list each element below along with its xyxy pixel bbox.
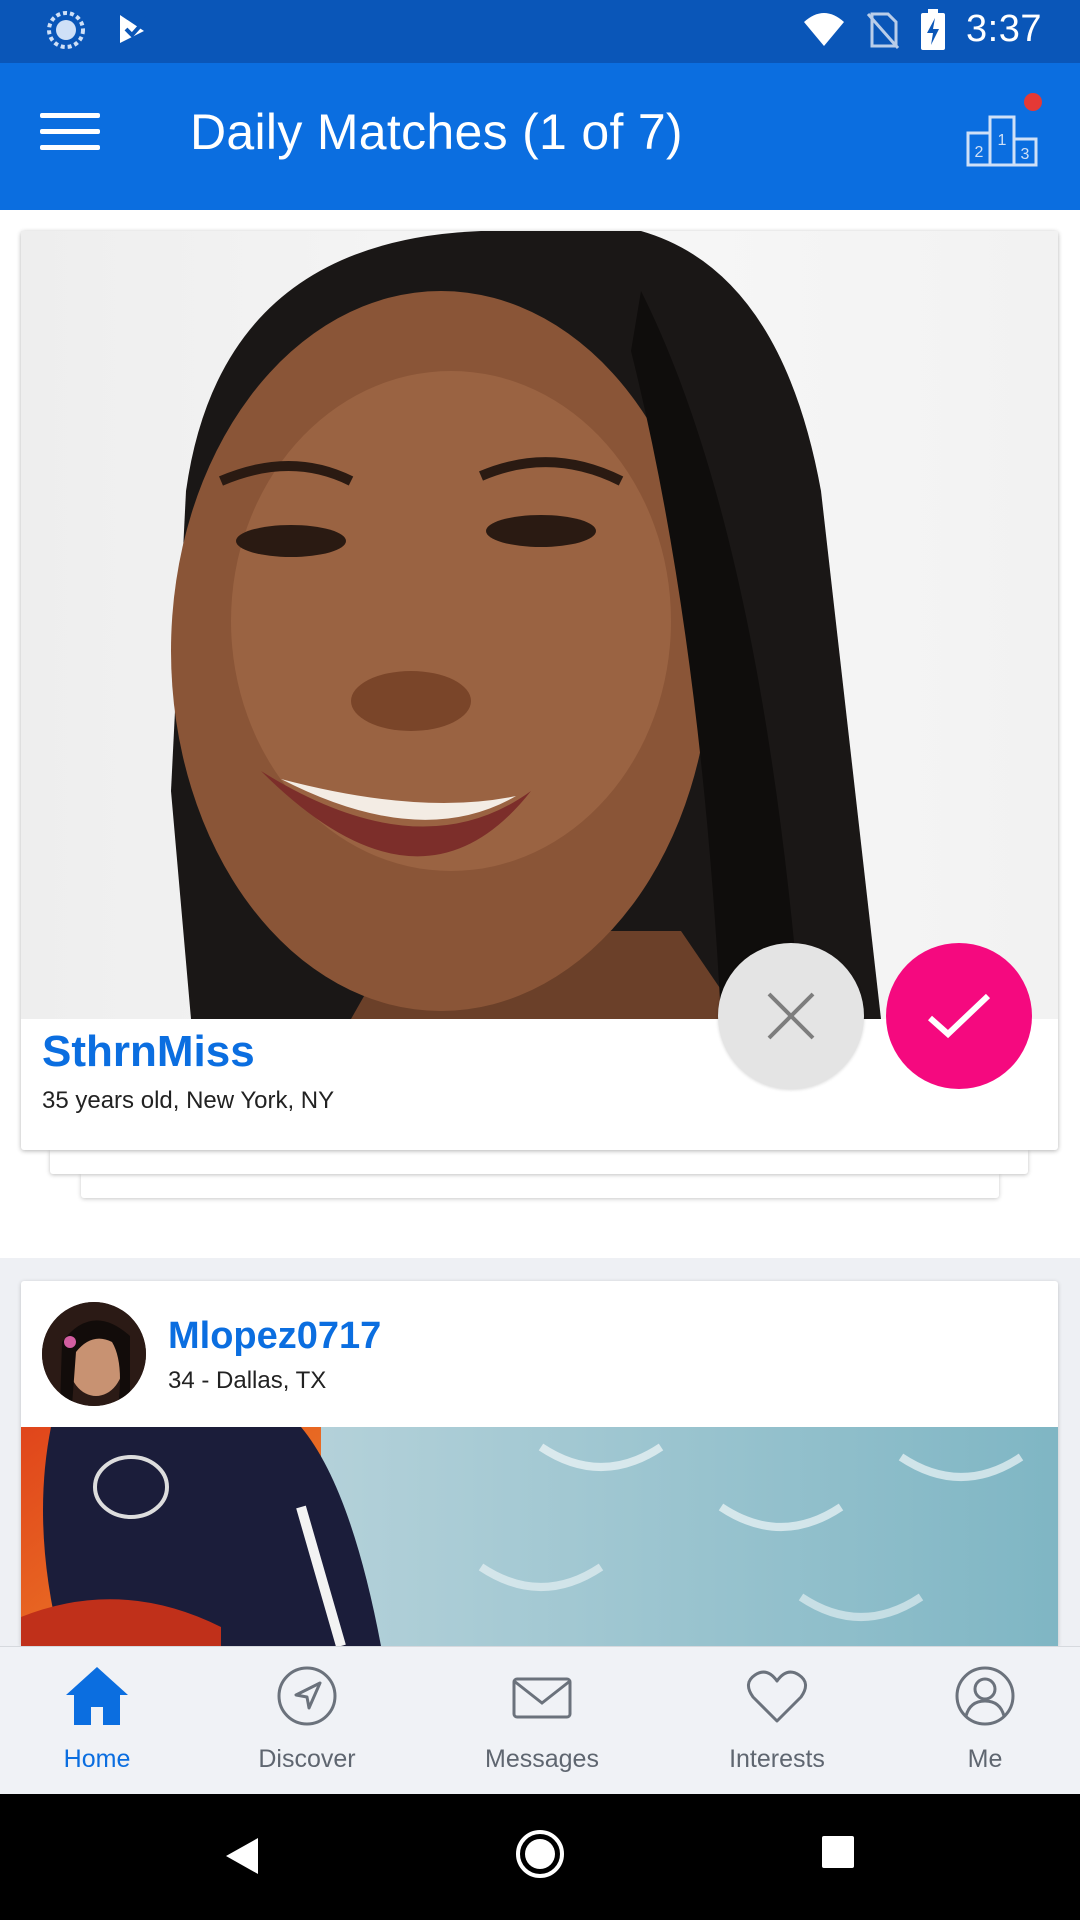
profile-image: [21, 1427, 1058, 1646]
nav-label: Discover: [258, 1745, 356, 1773]
compass-icon: [277, 1666, 337, 1726]
bottom-navigation: Home Discover Messages Interests Me: [0, 1646, 1080, 1795]
nav-home[interactable]: Home: [7, 1647, 187, 1795]
wifi-icon: [804, 12, 845, 46]
profile-name[interactable]: Mlopez0717: [168, 1315, 381, 1358]
app-bar: Daily Matches (1 of 7) 2 1 3: [0, 63, 1080, 210]
status-bar: 3:37: [0, 0, 1080, 63]
page-title: Daily Matches (1 of 7): [190, 104, 683, 160]
match-photo[interactable]: [21, 231, 1058, 1019]
avatar[interactable]: [42, 1302, 146, 1406]
sync-icon: [47, 11, 85, 49]
pass-button[interactable]: [718, 943, 864, 1089]
match-details: 35 years old, New York, NY: [42, 1087, 335, 1114]
nav-messages[interactable]: Messages: [452, 1647, 632, 1795]
stacked-card: [50, 1150, 1028, 1174]
person-icon: [955, 1666, 1015, 1726]
nav-label: Messages: [485, 1745, 599, 1773]
heart-icon: [747, 1670, 807, 1723]
nav-discover[interactable]: Discover: [217, 1647, 397, 1795]
close-icon: [767, 992, 815, 1040]
nav-label: Interests: [729, 1745, 825, 1773]
status-clock: 3:37: [966, 8, 1042, 50]
nav-label: Me: [967, 1745, 1003, 1773]
nav-label: Home: [63, 1745, 131, 1773]
match-name[interactable]: SthrnMiss: [42, 1027, 255, 1077]
home-icon: [66, 1667, 128, 1725]
svg-text:2: 2: [975, 144, 984, 161]
nav-interests[interactable]: Interests: [687, 1647, 867, 1795]
download-check-icon: [120, 15, 150, 43]
svg-text:3: 3: [1021, 146, 1030, 163]
battery-charging-icon: [921, 8, 946, 50]
svg-text:1: 1: [998, 132, 1007, 149]
stacked-card: [81, 1174, 999, 1198]
back-icon[interactable]: [222, 1834, 262, 1878]
no-sim-icon: [866, 12, 900, 49]
nav-me[interactable]: Me: [895, 1647, 1075, 1795]
notification-dot: [1024, 93, 1042, 111]
profile-details: 34 - Dallas, TX: [168, 1367, 327, 1394]
home-circle-icon[interactable]: [514, 1828, 566, 1880]
leaderboard-button[interactable]: 2 1 3: [962, 93, 1042, 173]
envelope-icon: [512, 1677, 572, 1719]
like-button[interactable]: [886, 943, 1032, 1089]
recents-icon[interactable]: [820, 1834, 856, 1870]
portrait-image: [171, 231, 881, 1019]
check-icon: [928, 993, 991, 1039]
profile-photo[interactable]: [21, 1427, 1058, 1646]
feed-profile-card[interactable]: Mlopez0717 34 - Dallas, TX: [21, 1281, 1058, 1646]
hamburger-menu-icon[interactable]: [40, 113, 100, 161]
system-navigation-bar: [0, 1794, 1080, 1920]
